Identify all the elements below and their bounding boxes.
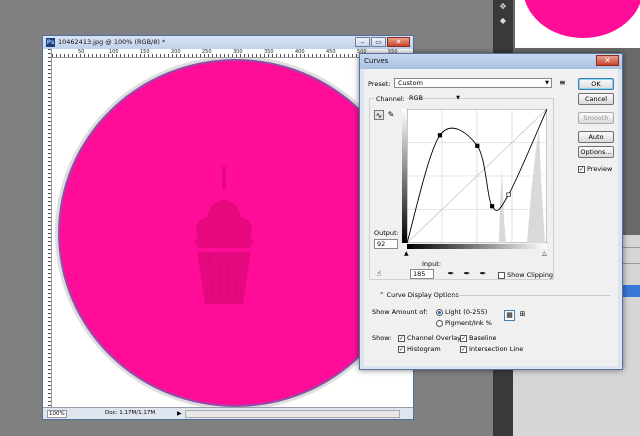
detailed-grid-icon[interactable]: ⊞ xyxy=(517,310,528,321)
checkmark-icon[interactable]: ✓ xyxy=(460,334,467,342)
checkmark-icon[interactable]: ✓ xyxy=(398,334,405,342)
curves-body: Preset: Custom ▼ ≡ Channel: RGB ▼ ∿ ✎ ▲ … xyxy=(364,69,618,366)
pigment-radio[interactable]: Pigment/Ink % xyxy=(436,319,492,327)
histogram-label: Histogram xyxy=(407,345,441,353)
histogram-checkbox[interactable]: ✓ Histogram xyxy=(398,345,441,353)
ruler-number: 200 xyxy=(171,49,181,55)
baseline-label: Baseline xyxy=(469,334,497,342)
white-point-slider-icon[interactable]: △ xyxy=(542,250,547,257)
panel-tool-icon[interactable]: ✥ xyxy=(497,2,509,12)
zoom-field[interactable]: 100% xyxy=(47,410,67,418)
window-controls: – ▭ ✕ xyxy=(355,37,410,47)
smooth-button[interactable]: Smooth xyxy=(578,112,614,124)
dialog-close-button[interactable]: ✕ xyxy=(596,55,619,66)
preview-label: Preview xyxy=(587,165,613,173)
ruler-number: 100 xyxy=(109,49,119,55)
selected-curve-point[interactable] xyxy=(506,192,511,197)
channel-select[interactable]: RGB ▼ xyxy=(406,94,462,104)
thumbnail-circle xyxy=(523,0,640,38)
preset-value: Custom xyxy=(398,79,423,87)
ruler-number: 250 xyxy=(202,49,212,55)
dialog-title: Curves xyxy=(364,57,389,65)
input-label: Input: xyxy=(422,260,442,268)
show-clipping-box[interactable] xyxy=(498,271,505,279)
channel-overlays-label: Channel Overlays xyxy=(407,334,465,342)
curve-point[interactable] xyxy=(489,204,495,209)
show-amount-label: Show Amount of: xyxy=(372,308,428,316)
baseline-checkbox[interactable]: ✓ Baseline xyxy=(460,334,497,342)
curves-title-bar[interactable]: Curves ✕ xyxy=(360,54,622,69)
horizontal-scrollbar[interactable] xyxy=(185,410,400,418)
separator xyxy=(450,295,610,296)
auto-button[interactable]: Auto xyxy=(578,131,614,143)
light-label: Light (0-255) xyxy=(445,308,488,316)
white-eyedropper-icon[interactable]: ✒ xyxy=(478,269,488,279)
chevron-down-icon: ▼ xyxy=(456,95,460,101)
output-field[interactable]: 92 xyxy=(374,239,398,249)
minimize-button[interactable]: – xyxy=(355,37,370,47)
ok-button[interactable]: OK xyxy=(578,78,614,90)
curve-point[interactable] xyxy=(475,143,480,148)
close-button[interactable]: ✕ xyxy=(387,37,410,47)
output-label: Output: xyxy=(374,229,399,237)
checkmark-icon[interactable]: ✓ xyxy=(398,345,405,353)
show-clipping-checkbox[interactable]: Show Clipping xyxy=(498,271,553,279)
curve-point[interactable] xyxy=(437,133,443,138)
light-radio-dot[interactable] xyxy=(436,308,443,316)
cancel-button[interactable]: Cancel xyxy=(578,93,614,105)
navigator-thumbnail xyxy=(515,0,640,48)
channel-overlays-checkbox[interactable]: ✓ Channel Overlays xyxy=(398,334,464,342)
ruler-number: 300 xyxy=(233,49,243,55)
black-point-slider-icon[interactable]: ▲ xyxy=(404,250,409,257)
black-eyedropper-icon[interactable]: ✒ xyxy=(446,269,456,279)
maximize-button[interactable]: ▭ xyxy=(371,37,386,47)
curves-dialog: Curves ✕ Preset: Custom ▼ ≡ Channel: RGB… xyxy=(359,53,623,370)
chevron-down-icon: ▼ xyxy=(545,80,549,86)
document-title-bar[interactable]: Ps 10462413.jpg @ 100% (RGB/8) * – ▭ ✕ xyxy=(43,36,413,49)
input-field[interactable]: 185 xyxy=(410,269,434,279)
preset-select[interactable]: Custom ▼ xyxy=(394,78,552,88)
preset-label: Preset: xyxy=(368,80,391,88)
show-clipping-label: Show Clipping xyxy=(507,271,554,279)
document-status-bar: 100% Doc: 1.17M/1.17M ▶ xyxy=(43,407,413,419)
ruler-number: 450 xyxy=(326,49,336,55)
document-info: Doc: 1.17M/1.17M xyxy=(105,410,156,416)
document-title: 10462413.jpg @ 100% (RGB/8) * xyxy=(58,38,166,46)
ruler-number: 150 xyxy=(140,49,150,55)
options-button[interactable]: Options... xyxy=(578,146,614,158)
pigment-label: Pigment/Ink % xyxy=(445,319,492,327)
gray-eyedropper-icon[interactable]: ✒ xyxy=(462,269,472,279)
preset-options-icon[interactable]: ≡ xyxy=(559,78,566,87)
ruler-number: 50 xyxy=(78,49,85,55)
intersection-label: Intersection Line xyxy=(469,345,524,353)
curve-graph[interactable] xyxy=(407,109,547,243)
checkmark-icon[interactable]: ✓ xyxy=(460,345,467,353)
input-gradient-bar xyxy=(407,244,547,249)
ruler-number: 350 xyxy=(264,49,274,55)
channel-value: RGB xyxy=(409,94,424,102)
simple-grid-icon[interactable]: ▦ xyxy=(504,310,515,321)
channel-label: Channel: xyxy=(374,95,407,103)
light-radio[interactable]: Light (0-255) xyxy=(436,308,487,316)
cupcake-icon xyxy=(195,166,253,304)
checkmark-icon[interactable]: ✓ xyxy=(578,165,585,173)
targeted-adjustment-icon[interactable]: ☝ xyxy=(374,269,384,279)
panel-tool-icon[interactable]: ◆ xyxy=(497,16,509,26)
expand-icon: ⌃ xyxy=(379,291,385,299)
display-options-toggle[interactable]: ⌃ Curve Display Options xyxy=(379,291,459,299)
status-menu-arrow-icon[interactable]: ▶ xyxy=(177,410,182,417)
photoshop-icon: Ps xyxy=(46,38,55,47)
show-label: Show: xyxy=(372,334,392,342)
pencil-icon[interactable]: ✎ xyxy=(386,110,396,120)
intersection-line-checkbox[interactable]: ✓ Intersection Line xyxy=(460,345,523,353)
display-options-label: Curve Display Options xyxy=(386,291,459,299)
pigment-radio-dot[interactable] xyxy=(436,319,443,327)
preview-checkbox[interactable]: ✓ Preview xyxy=(578,165,612,173)
curve-edit-icon[interactable]: ∿ xyxy=(374,110,384,120)
ruler-number: 400 xyxy=(295,49,305,55)
vertical-ruler xyxy=(43,49,52,409)
